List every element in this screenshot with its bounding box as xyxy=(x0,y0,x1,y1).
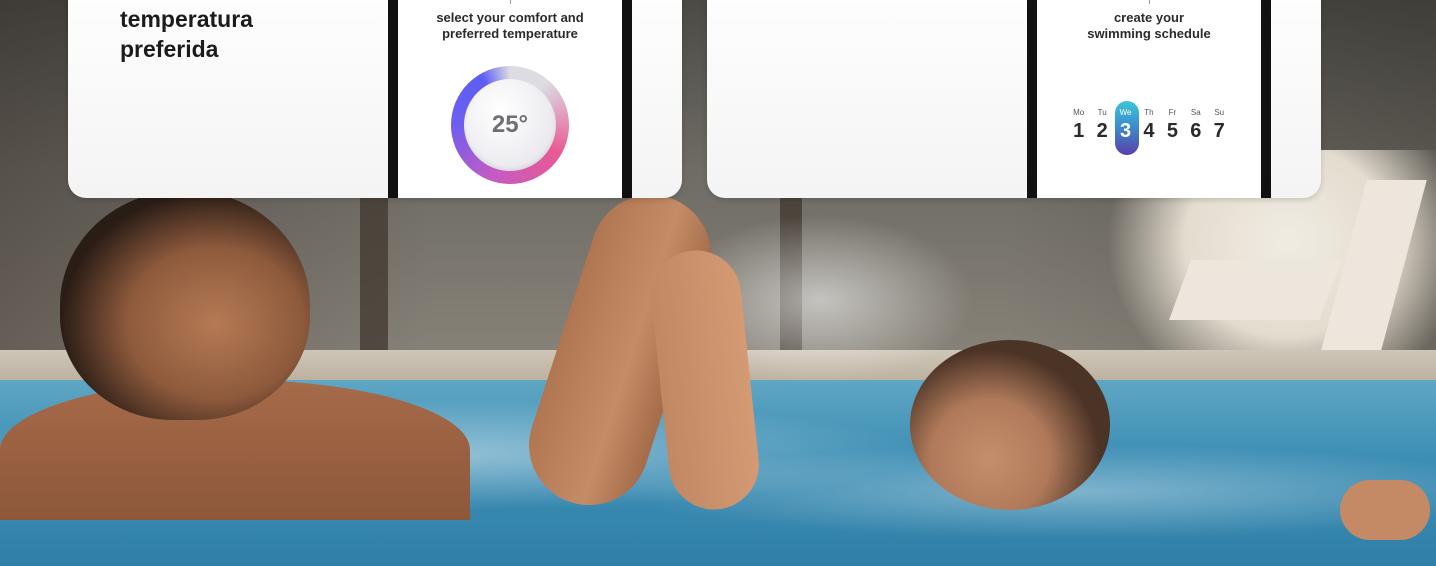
weekday-number: 3 xyxy=(1119,120,1132,142)
screen-divider-tick xyxy=(1149,0,1150,4)
temperature-feature-card: temperatura preferida select your comfor… xyxy=(68,0,682,198)
phone-screen: select your comfort and preferred temper… xyxy=(398,0,622,198)
weekday-number: 7 xyxy=(1213,120,1225,142)
schedule-feature-card: create your swimming schedule Mo 1 Tu 2 … xyxy=(707,0,1321,198)
weekday-su[interactable]: Su 7 xyxy=(1208,107,1231,157)
weekday-label: Sa xyxy=(1190,108,1201,117)
temperature-value: 25° xyxy=(491,111,529,138)
wooden-post xyxy=(360,190,388,360)
phone-mockup: select your comfort and preferred temper… xyxy=(388,0,632,198)
weekday-number: 1 xyxy=(1073,120,1085,142)
phone-screen: create your swimming schedule Mo 1 Tu 2 … xyxy=(1037,0,1261,198)
temperature-dial[interactable]: 25° xyxy=(451,66,569,184)
weekday-label: Mo xyxy=(1073,108,1085,117)
caption-line: create your xyxy=(1113,10,1185,25)
weekday-number: 6 xyxy=(1190,120,1202,142)
temperature-dial-knob: 25° xyxy=(464,79,556,171)
caption-line: select your comfort and xyxy=(436,10,584,25)
headline-line: preferida xyxy=(120,36,219,62)
card-headline: temperatura preferida xyxy=(120,4,253,64)
weekday-label: Th xyxy=(1144,108,1154,117)
caption-line: preferred temperature xyxy=(442,26,578,41)
boy-head xyxy=(910,340,1110,510)
weekday-fr[interactable]: Fr 5 xyxy=(1161,107,1184,157)
weekday-number: 5 xyxy=(1166,120,1178,142)
man-head xyxy=(60,190,310,420)
weekday-mo[interactable]: Mo 1 xyxy=(1067,107,1090,157)
weekday-label: Tu xyxy=(1097,108,1107,117)
weekday-selector: Mo 1 Tu 2 We 3 Th 4 Fr 5 Sa 6 Su 7 xyxy=(1067,101,1231,157)
weekday-we-selected[interactable]: We 3 xyxy=(1114,101,1139,157)
weekday-th[interactable]: Th 4 xyxy=(1137,107,1160,157)
phone-caption: create your swimming schedule xyxy=(1037,10,1261,42)
weekday-tu[interactable]: Tu 2 xyxy=(1090,107,1113,157)
weekday-sa[interactable]: Sa 6 xyxy=(1184,107,1207,157)
caption-line: swimming schedule xyxy=(1087,26,1211,41)
lounger-seat xyxy=(1169,260,1341,320)
hand-on-edge xyxy=(1340,480,1430,540)
weekday-label: We xyxy=(1119,108,1132,117)
weekday-number: 2 xyxy=(1096,120,1108,142)
phone-caption: select your comfort and preferred temper… xyxy=(398,10,622,42)
weekday-label: Su xyxy=(1214,108,1225,117)
weekday-number: 4 xyxy=(1143,120,1155,142)
headline-line: temperatura xyxy=(120,6,253,32)
screen-divider-tick xyxy=(510,0,511,4)
weekday-label: Fr xyxy=(1168,108,1177,117)
phone-mockup: create your swimming schedule Mo 1 Tu 2 … xyxy=(1027,0,1271,198)
